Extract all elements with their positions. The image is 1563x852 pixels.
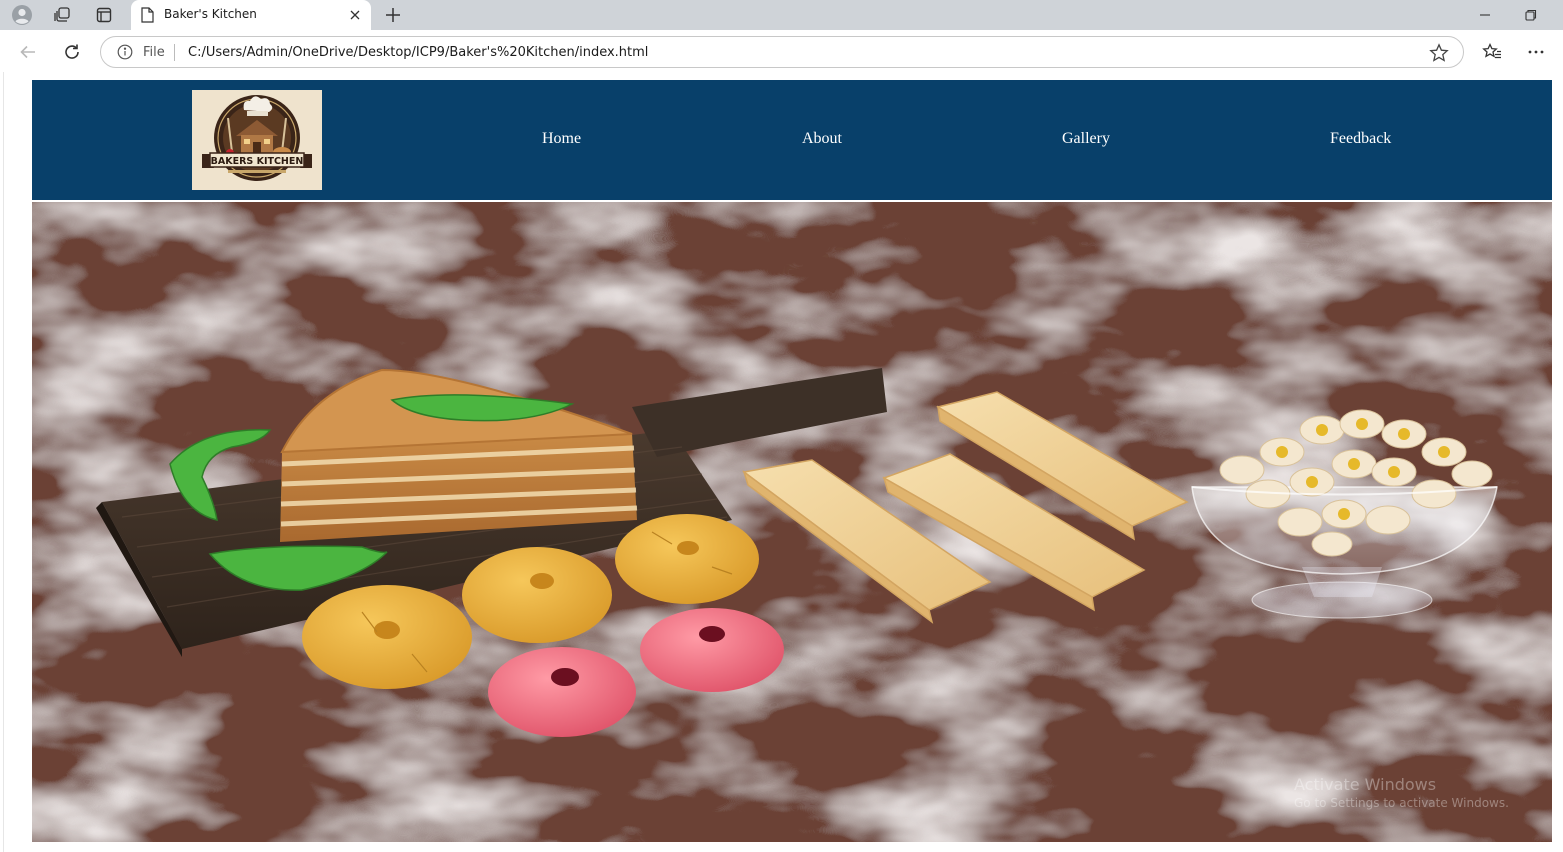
viewport-border bbox=[3, 72, 4, 852]
back-icon[interactable] bbox=[13, 37, 43, 67]
tab-title: Baker's Kitchen bbox=[164, 7, 257, 21]
address-scheme-label: File bbox=[143, 45, 165, 60]
workspaces-icon[interactable] bbox=[47, 0, 77, 30]
watermark-title: Activate Windows bbox=[1294, 775, 1437, 794]
close-tab-icon[interactable] bbox=[347, 6, 363, 24]
watermark-subtitle: Go to Settings to activate Windows. bbox=[1294, 796, 1509, 810]
nav-feedback[interactable]: Feedback bbox=[1330, 130, 1391, 148]
page-viewport: BAKERS KITCHEN Home About Gallery Feedba… bbox=[0, 72, 1563, 852]
refresh-icon[interactable] bbox=[57, 37, 87, 67]
favorite-star-icon[interactable] bbox=[1429, 43, 1449, 63]
hero-banner-image bbox=[32, 202, 1552, 842]
browser-tab-bar: Baker's Kitchen bbox=[0, 0, 1563, 30]
profile-icon[interactable] bbox=[7, 0, 37, 30]
more-options-icon[interactable] bbox=[1521, 37, 1551, 67]
url-text[interactable]: C:/Users/Admin/OneDrive/Desktop/ICP9/Bak… bbox=[188, 45, 648, 60]
logo-text: BAKERS KITCHEN bbox=[211, 156, 304, 167]
activate-windows-watermark: Activate Windows Go to Settings to activ… bbox=[1294, 775, 1509, 810]
page-icon bbox=[141, 7, 154, 28]
favorites-icon[interactable] bbox=[1477, 37, 1507, 67]
address-bar[interactable]: File C:/Users/Admin/OneDrive/Desktop/ICP… bbox=[100, 36, 1464, 68]
address-divider bbox=[174, 44, 175, 61]
nav-gallery[interactable]: Gallery bbox=[1062, 130, 1110, 148]
site-header: BAKERS KITCHEN Home About Gallery Feedba… bbox=[32, 80, 1552, 200]
bakers-kitchen-logo[interactable]: BAKERS KITCHEN bbox=[192, 90, 322, 190]
new-tab-button[interactable] bbox=[380, 2, 406, 28]
info-icon[interactable] bbox=[117, 44, 133, 60]
browser-tab-active[interactable]: Baker's Kitchen bbox=[131, 0, 371, 30]
browser-toolbar: File C:/Users/Admin/OneDrive/Desktop/ICP… bbox=[0, 30, 1563, 72]
logo-emblem-icon: BAKERS KITCHEN bbox=[192, 90, 322, 190]
restore-icon[interactable] bbox=[1508, 0, 1554, 30]
nav-about[interactable]: About bbox=[802, 130, 842, 148]
tab-actions-icon[interactable] bbox=[89, 0, 119, 30]
nav-home[interactable]: Home bbox=[542, 130, 581, 148]
minimize-icon[interactable] bbox=[1462, 0, 1508, 30]
